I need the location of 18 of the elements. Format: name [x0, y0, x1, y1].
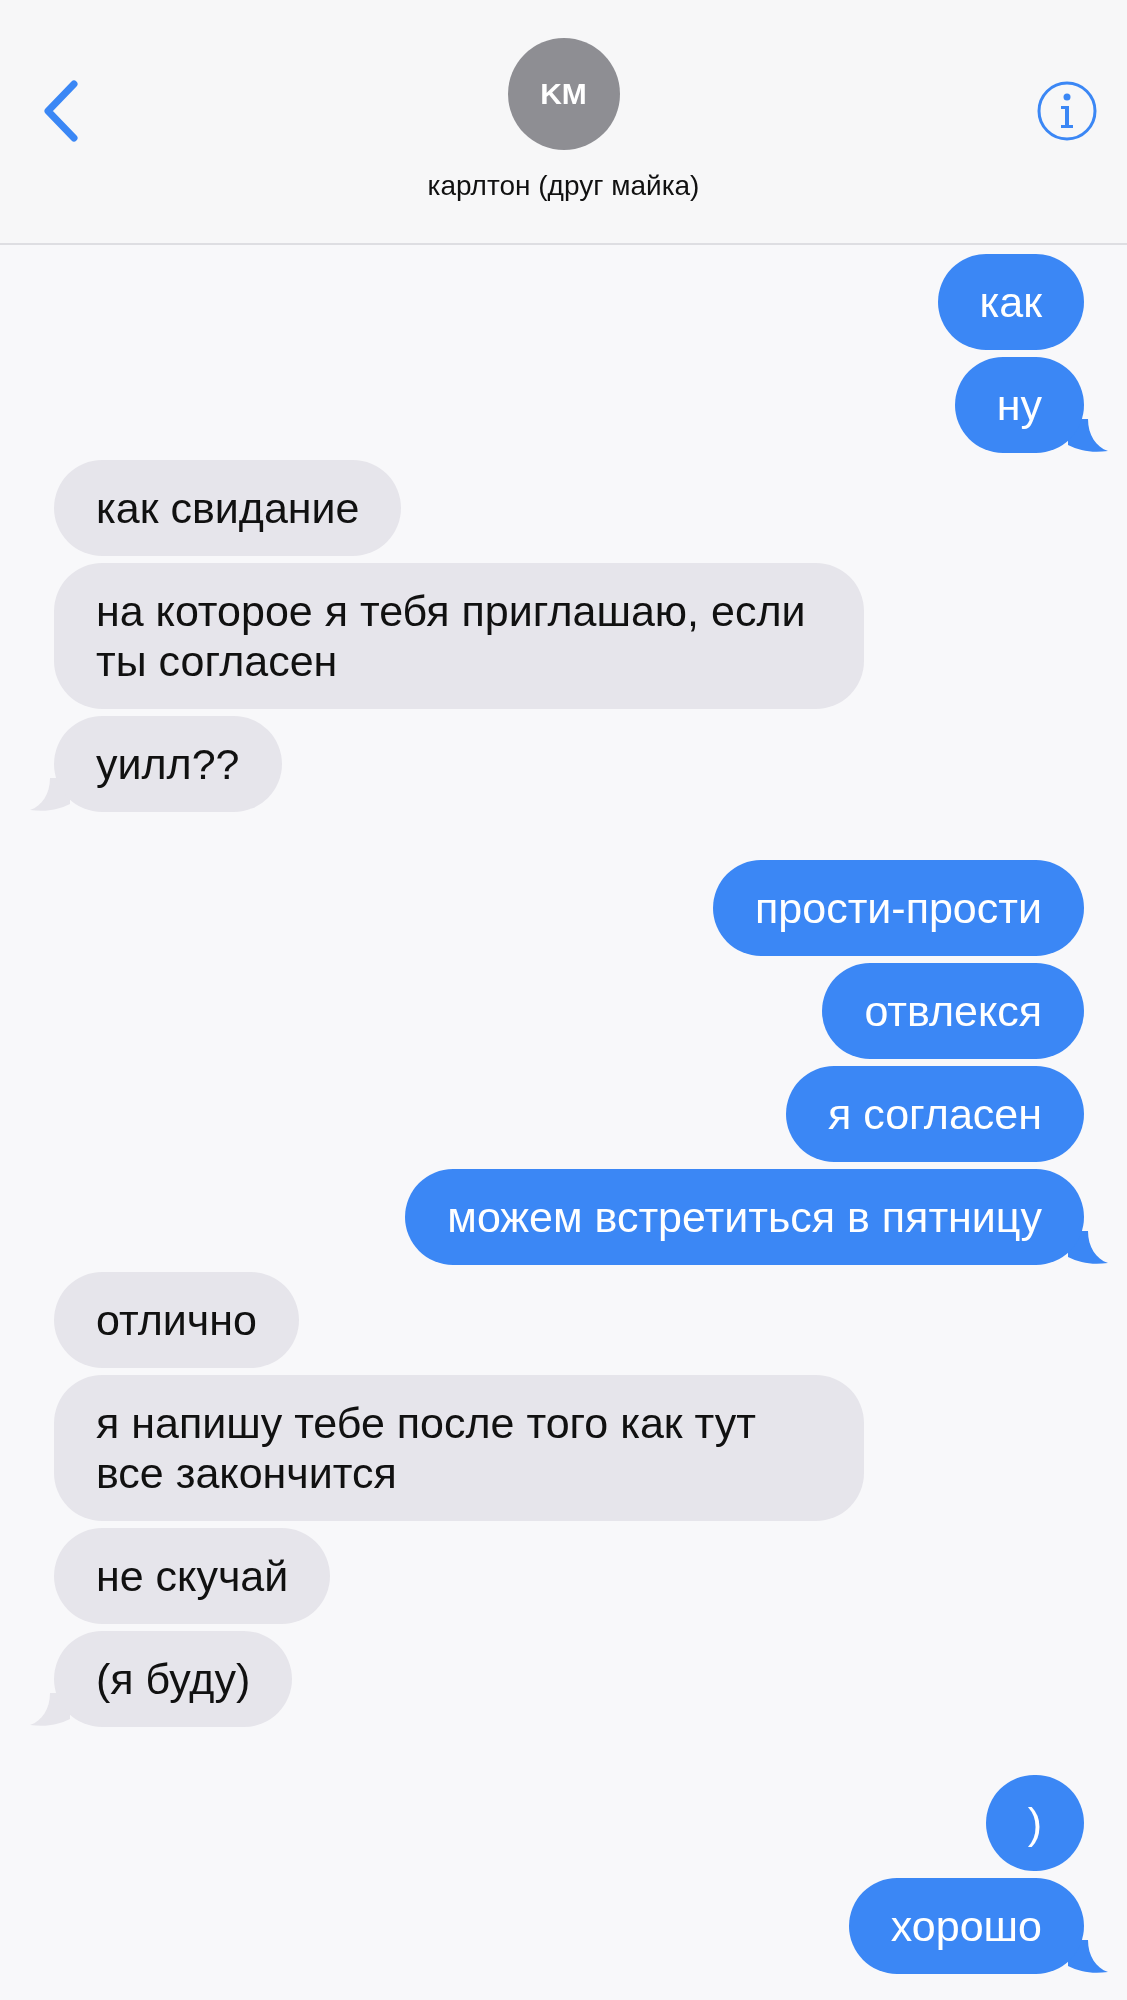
- message-bubble: уилл??: [54, 716, 282, 812]
- message-bubble: хорошо: [848, 1878, 1084, 1974]
- message-bubble: как: [937, 254, 1084, 350]
- contact-name: карлтон (друг майка): [427, 170, 700, 202]
- info-button[interactable]: [1036, 80, 1098, 142]
- message-bubble: на которое я тебя приглашаю, если ты согласен: [54, 563, 864, 709]
- message-bubble: можем встретиться в пятницу: [405, 1169, 1084, 1265]
- message-bubble: ну: [954, 357, 1084, 453]
- message-bubble: отлично: [54, 1272, 299, 1368]
- message-bubble: я напишу тебе после того как тут все закончится: [54, 1375, 864, 1521]
- message-bubble: не скучай: [54, 1528, 331, 1624]
- contact-avatar[interactable]: KM: [507, 38, 620, 150]
- message-bubble: я согласен: [785, 1066, 1084, 1162]
- message-bubble: прости-прости: [713, 860, 1084, 956]
- message-bubble: как свидание: [54, 460, 402, 556]
- message-bubble: (я буду): [54, 1631, 293, 1727]
- message-bubble: ): [985, 1775, 1084, 1871]
- message-bubble: отвлекся: [822, 963, 1084, 1059]
